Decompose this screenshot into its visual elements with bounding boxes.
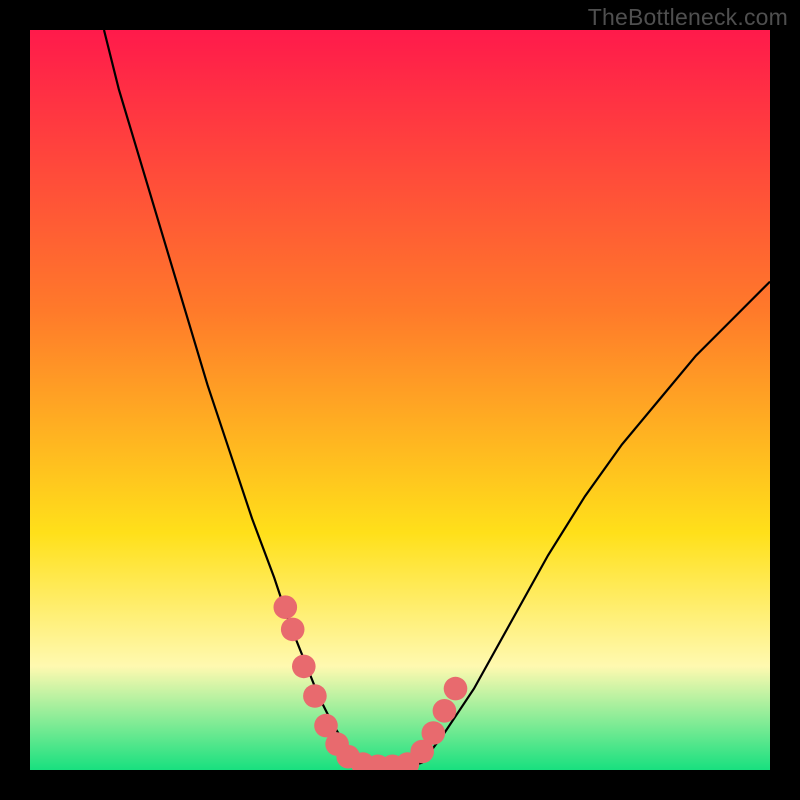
curve-marker: [444, 677, 468, 701]
curve-marker: [274, 595, 298, 619]
curve-marker: [303, 684, 327, 708]
chart-frame: TheBottleneck.com: [0, 0, 800, 800]
curve-marker: [281, 618, 305, 642]
curve-marker: [433, 699, 457, 723]
plot-area: [30, 30, 770, 770]
watermark-text: TheBottleneck.com: [588, 4, 788, 31]
curve-marker: [422, 721, 446, 745]
curve-marker: [292, 655, 316, 679]
bottleneck-chart: [30, 30, 770, 770]
